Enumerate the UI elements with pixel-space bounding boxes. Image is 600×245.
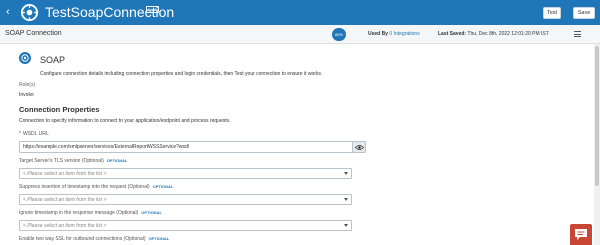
scrollbar-thumb[interactable] bbox=[595, 46, 599, 186]
last-saved: Last Saved: Thu, Dec 8th, 2022 12:01:20 … bbox=[438, 31, 549, 37]
select-placeholder: < Please select an item from the list > bbox=[23, 223, 107, 229]
required-marker: * bbox=[19, 131, 21, 137]
vertical-scrollbar[interactable] bbox=[594, 44, 600, 245]
used-by-link[interactable]: 0 Integrations bbox=[389, 31, 419, 37]
optional-tag: OPTIONAL bbox=[141, 210, 162, 215]
two-way-ssl-label: Enable two way SSL for outbound connecti… bbox=[19, 236, 169, 242]
adapter-description: Configure connection details including c… bbox=[40, 71, 323, 77]
used-by-label: Used By bbox=[368, 31, 389, 37]
status-badge: Draft bbox=[146, 6, 159, 13]
show-value-button[interactable] bbox=[352, 141, 366, 153]
optional-tag: OPTIONAL bbox=[106, 158, 128, 163]
connection-type-title: SOAP Connection bbox=[5, 30, 62, 37]
app-header: ‹ TestSoapConnection Draft Test Save bbox=[0, 0, 600, 25]
suppress-timestamp-select[interactable]: < Please select an item from the list > bbox=[19, 194, 352, 205]
ignore-timestamp-label: Ignore timestamp in the response message… bbox=[19, 210, 162, 216]
wsdl-url-label: * WSDL URL bbox=[19, 131, 49, 137]
test-button[interactable]: Test bbox=[543, 7, 561, 19]
last-saved-value: Thu, Dec 8th, 2022 12:01:20 PM IST bbox=[467, 31, 549, 37]
hamburger-menu-icon[interactable] bbox=[574, 31, 581, 38]
wsdl-url-value[interactable]: https://example.com/xmlpserver/services/… bbox=[23, 144, 189, 150]
used-by: Used By 0 Integrations bbox=[368, 31, 420, 37]
chevron-down-icon bbox=[344, 198, 348, 201]
integration-logo-icon bbox=[20, 3, 39, 22]
chat-button[interactable] bbox=[570, 224, 592, 245]
ignore-timestamp-select[interactable]: < Please select an item from the list > bbox=[19, 220, 352, 231]
wsdl-url-input[interactable]: https://example.com/xmlpserver/services/… bbox=[19, 141, 353, 153]
suppress-timestamp-label: Suppress insertion of timestamp into the… bbox=[19, 184, 173, 190]
chevron-down-icon bbox=[344, 224, 348, 227]
optional-tag: OPTIONAL bbox=[152, 184, 174, 189]
role-label: Role(s) bbox=[19, 82, 36, 88]
tls-version-label-text: Target Server's TLS version (Optional) bbox=[19, 158, 104, 164]
tls-version-label: Target Server's TLS version (Optional) OP… bbox=[19, 158, 127, 164]
last-saved-label: Last Saved: bbox=[438, 31, 467, 37]
chat-bubble-icon bbox=[575, 229, 587, 240]
ignore-timestamp-label-text: Ignore timestamp in the response message… bbox=[19, 210, 139, 216]
adapter-name: SOAP bbox=[40, 55, 66, 65]
select-placeholder: < Please select an item from the list > bbox=[23, 171, 107, 177]
select-placeholder: < Please select an item from the list > bbox=[23, 197, 107, 203]
tls-version-select[interactable]: < Please select an item from the list > bbox=[19, 168, 352, 179]
role-value: Invoke bbox=[19, 92, 34, 98]
eye-icon bbox=[355, 145, 364, 150]
soap-adapter-icon bbox=[19, 52, 31, 64]
suppress-timestamp-label-text: Suppress insertion of timestamp into the… bbox=[19, 184, 150, 190]
sub-header: SOAP Connection 85% Used By 0 Integratio… bbox=[0, 25, 600, 44]
section-description: Connection to specify information to con… bbox=[19, 118, 231, 124]
optional-tag: OPTIONAL bbox=[148, 236, 170, 241]
wsdl-url-label-text: WSDL URL bbox=[22, 131, 49, 137]
chevron-left-icon[interactable]: ‹ bbox=[6, 7, 17, 18]
two-way-ssl-label-text: Enable two way SSL for outbound connecti… bbox=[19, 236, 146, 242]
progress-badge: 85% bbox=[332, 28, 346, 41]
chevron-down-icon bbox=[344, 172, 348, 175]
section-title: Connection Properties bbox=[19, 105, 100, 114]
save-button[interactable]: Save bbox=[573, 7, 595, 19]
